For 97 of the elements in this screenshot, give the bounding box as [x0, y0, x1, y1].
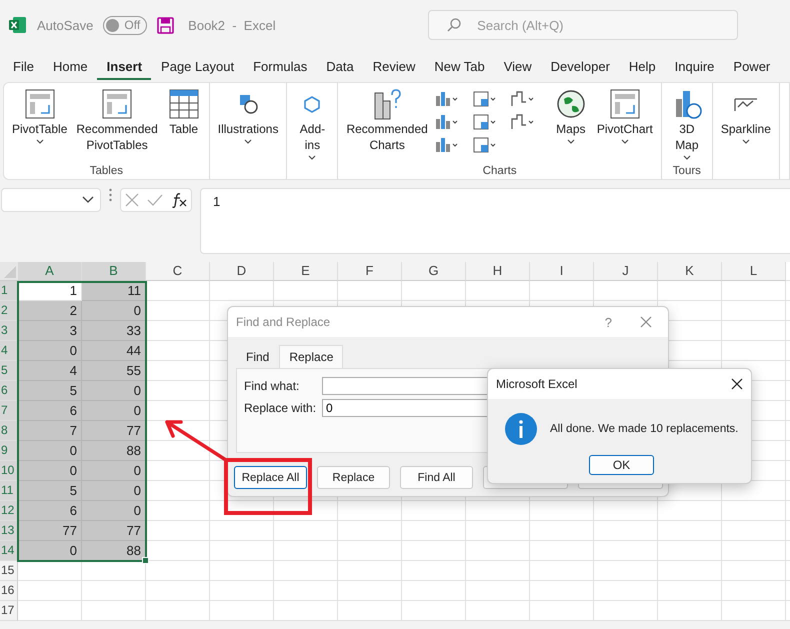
- autosave-label: AutoSave: [37, 18, 94, 32]
- dialog-button[interactable]: Find All: [400, 466, 473, 489]
- group-label: Tours: [672, 165, 701, 177]
- ribbon-command[interactable]: PivotTable: [9, 87, 70, 144]
- ribbon-tab[interactable]: Page Layout: [151, 52, 244, 80]
- table-cell: 2: [18, 301, 82, 321]
- table-cell: 5: [18, 381, 82, 401]
- column-header[interactable]: E: [274, 262, 338, 281]
- ribbon-command[interactable]: Maps: [550, 87, 591, 144]
- row-header[interactable]: 2: [0, 301, 18, 321]
- row-header[interactable]: 10: [0, 461, 18, 481]
- formula-field[interactable]: 1: [200, 188, 790, 254]
- table-cell: 3: [18, 321, 82, 341]
- table-cell: 6: [18, 401, 82, 421]
- ok-button[interactable]: OK: [589, 455, 654, 475]
- ribbon-tab[interactable]: Power: [723, 52, 780, 80]
- search-field[interactable]: Search (Alt+Q): [428, 10, 738, 40]
- column-header[interactable]: L: [722, 262, 786, 281]
- dialog-button[interactable]: Replace All: [234, 466, 307, 489]
- table-cell: 77: [82, 521, 146, 541]
- table-cell: 0: [18, 341, 82, 361]
- ribbon-tab[interactable]: Formulas: [243, 52, 316, 80]
- help-button[interactable]: ?: [604, 314, 612, 330]
- ribbon-tab[interactable]: View: [494, 52, 541, 80]
- row-header[interactable]: 14: [0, 541, 18, 561]
- row-header[interactable]: 3: [0, 321, 18, 341]
- row-header[interactable]: 8: [0, 421, 18, 441]
- ribbon-command[interactable]: Sparkline: [718, 87, 774, 144]
- ribbon-tab[interactable]: Data: [316, 52, 363, 80]
- ribbon-command[interactable]: Add- ins: [292, 87, 332, 160]
- table-cell: 0: [82, 401, 146, 421]
- table-cell: 0: [18, 461, 82, 481]
- table-cell: 0: [82, 481, 146, 501]
- table-cell: 77: [82, 421, 146, 441]
- column-header[interactable]: C: [146, 262, 210, 281]
- table-cell: 0: [82, 301, 146, 321]
- dialog-title: Find and Replace: [236, 315, 332, 329]
- column-header[interactable]: H: [466, 262, 530, 281]
- dialog-title: Microsoft Excel: [496, 377, 578, 391]
- row-header[interactable]: 6: [0, 381, 18, 401]
- row-header[interactable]: 15: [0, 561, 18, 581]
- ribbon-command[interactable]: 3D Map: [666, 87, 707, 160]
- table-cell: 88: [82, 441, 146, 461]
- field-label: Find what:: [244, 379, 300, 393]
- document-title: Book2 - Excel: [188, 18, 277, 32]
- column-header[interactable]: G: [402, 262, 466, 281]
- row-header[interactable]: 13: [0, 521, 18, 541]
- dialog-button[interactable]: Replace: [317, 466, 390, 489]
- table-cell: 0: [18, 441, 82, 461]
- dialog-tab[interactable]: Find: [236, 345, 280, 368]
- column-header[interactable]: D: [210, 262, 274, 281]
- table-cell: 44: [82, 341, 146, 361]
- column-header[interactable]: J: [594, 262, 658, 281]
- column-header[interactable]: K: [658, 262, 722, 281]
- table-cell: 0: [82, 461, 146, 481]
- ribbon-tab[interactable]: Inquire: [664, 52, 724, 80]
- row-header[interactable]: 5: [0, 361, 18, 381]
- column-header[interactable]: B: [82, 262, 146, 281]
- table-cell: 6: [18, 501, 82, 521]
- ribbon-command[interactable]: Table: [164, 87, 204, 144]
- ribbon-tab[interactable]: Insert: [96, 52, 152, 80]
- ribbon-command[interactable]: Recommended Charts: [343, 87, 431, 160]
- ribbon-tab[interactable]: Review: [362, 52, 424, 80]
- table-cell: 88: [82, 541, 146, 561]
- table-cell: 7: [18, 421, 82, 441]
- table-cell: 77: [18, 521, 82, 541]
- row-header[interactable]: 12: [0, 501, 18, 521]
- table-cell: 0: [82, 501, 146, 521]
- row-header[interactable]: 7: [0, 401, 18, 421]
- field-label: Replace with:: [244, 401, 318, 415]
- table-cell: 55: [82, 361, 146, 381]
- row-header[interactable]: 9: [0, 441, 18, 461]
- group-label: Charts: [482, 165, 517, 177]
- table-cell: 5: [18, 481, 82, 501]
- table-cell: 0: [18, 541, 82, 561]
- row-header[interactable]: 4: [0, 341, 18, 361]
- ribbon-tab[interactable]: Help: [618, 52, 665, 80]
- table-cell: 0: [82, 381, 146, 401]
- group-label: Tables: [90, 165, 123, 177]
- row-header[interactable]: 16: [0, 581, 18, 601]
- table-cell: 33: [82, 321, 146, 341]
- ribbon-command[interactable]: Illustrations: [214, 87, 282, 144]
- ribbon-tab[interactable]: Developer: [540, 52, 619, 80]
- message-text: All done. We made 10 replacements.: [550, 423, 738, 435]
- ribbon-command[interactable]: PivotChart: [594, 87, 656, 144]
- ribbon-tab[interactable]: File: [3, 52, 43, 80]
- ribbon-command[interactable]: Recommended PivotTables: [73, 87, 161, 160]
- ribbon-tab[interactable]: Home: [42, 52, 97, 80]
- column-header[interactable]: A: [18, 262, 82, 281]
- row-header[interactable]: 11: [0, 481, 18, 501]
- column-header[interactable]: I: [530, 262, 594, 281]
- row-header[interactable]: 17: [0, 601, 18, 621]
- dialog-tab[interactable]: Replace: [279, 345, 344, 368]
- row-header[interactable]: 1: [0, 281, 18, 301]
- ribbon-tab[interactable]: New Tab: [424, 52, 494, 80]
- table-cell: 4: [18, 361, 82, 381]
- column-header[interactable]: F: [338, 262, 402, 281]
